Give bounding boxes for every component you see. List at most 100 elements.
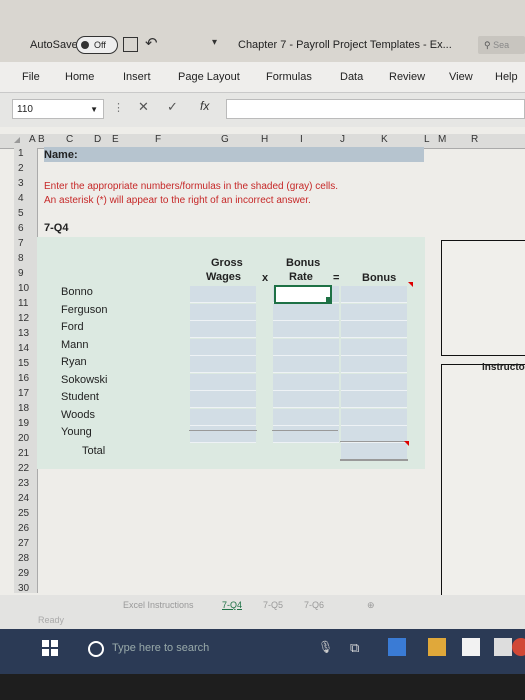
row-header[interactable]: 4	[18, 193, 24, 204]
row-header[interactable]: 19	[18, 418, 29, 429]
column-header-k[interactable]: K	[381, 134, 388, 145]
gross-wages-cell[interactable]	[190, 303, 256, 321]
row-header[interactable]: 12	[18, 313, 29, 324]
bonus-rate-cell[interactable]	[273, 391, 339, 408]
bonus-rate-cell[interactable]	[273, 373, 339, 391]
bonus-cell[interactable]	[341, 286, 407, 303]
column-header-m[interactable]: M	[438, 134, 446, 145]
name-input-cell[interactable]	[44, 147, 424, 162]
row-header[interactable]: 30	[18, 583, 29, 594]
task-view-icon[interactable]: ⧉	[350, 640, 359, 656]
autosave-toggle[interactable]: Off	[76, 36, 118, 54]
gross-wages-cell[interactable]	[190, 321, 256, 338]
tab-view[interactable]: View	[449, 71, 473, 83]
tab-home[interactable]: Home	[65, 71, 94, 83]
bonus-cell[interactable]	[341, 373, 407, 391]
column-header-i[interactable]: I	[300, 134, 303, 145]
gross-wages-cell[interactable]	[190, 286, 256, 303]
column-header-h[interactable]: H	[261, 134, 268, 145]
gross-wages-cell[interactable]	[190, 391, 256, 408]
row-header[interactable]: 8	[18, 253, 24, 264]
bonus-rate-cell[interactable]	[273, 321, 339, 338]
row-header[interactable]: 28	[18, 553, 29, 564]
tab-page-layout[interactable]: Page Layout	[178, 71, 240, 83]
customize-quick-access-icon[interactable]: ▾	[212, 37, 217, 48]
column-header-d[interactable]: D	[94, 134, 101, 145]
row-header[interactable]: 21	[18, 448, 29, 459]
sheet-tab-excel-instructions[interactable]: Excel Instructions	[123, 600, 194, 610]
formula-input[interactable]	[226, 99, 525, 119]
title-search-box[interactable]: ⚲ Sea	[478, 36, 525, 54]
row-header[interactable]: 2	[18, 163, 24, 174]
app-icon[interactable]	[512, 638, 525, 656]
column-header-a[interactable]: A	[29, 134, 36, 145]
bonus-rate-cell[interactable]	[273, 356, 339, 373]
row-header[interactable]: 11	[18, 298, 28, 309]
file-explorer-icon[interactable]	[428, 638, 446, 656]
bonus-cell[interactable]	[341, 356, 407, 373]
row-header[interactable]: 17	[18, 388, 29, 399]
row-header[interactable]: 6	[18, 223, 24, 234]
store-icon[interactable]	[462, 638, 480, 656]
row-header[interactable]: 26	[18, 523, 29, 534]
row-header[interactable]: 20	[18, 433, 29, 444]
row-header[interactable]: 27	[18, 538, 29, 549]
column-header-r[interactable]: R	[471, 134, 478, 145]
bonus-cell[interactable]	[341, 338, 407, 356]
bonus-cell[interactable]	[341, 408, 407, 426]
tab-help[interactable]: Help	[495, 71, 518, 83]
row-header[interactable]: 13	[18, 328, 29, 339]
column-header-c[interactable]: C	[66, 134, 73, 145]
column-header-f[interactable]: F	[155, 134, 161, 145]
gross-wages-cell[interactable]	[190, 426, 256, 443]
row-header[interactable]: 3	[18, 178, 24, 189]
mail-icon[interactable]	[494, 638, 512, 656]
row-header[interactable]: 14	[18, 343, 29, 354]
row-header[interactable]: 24	[18, 493, 29, 504]
more-options-icon[interactable]: ⋮	[113, 101, 124, 114]
row-header[interactable]: 1	[18, 148, 24, 159]
edge-browser-icon[interactable]	[388, 638, 406, 656]
row-header[interactable]: 5	[18, 208, 24, 219]
cancel-icon[interactable]: ✕	[138, 99, 149, 115]
add-sheet-icon[interactable]: ⊕	[367, 600, 375, 611]
name-box[interactable]: 110 ▼	[12, 99, 104, 119]
row-header[interactable]: 7	[18, 238, 24, 249]
bonus-rate-cell[interactable]	[273, 408, 339, 426]
insert-function-icon[interactable]: fx	[200, 99, 209, 113]
select-all-icon[interactable]	[14, 137, 20, 143]
name-box-dropdown-icon[interactable]: ▼	[90, 100, 98, 120]
gross-wages-cell[interactable]	[190, 356, 256, 373]
column-header-l[interactable]: L	[424, 134, 430, 145]
column-header-g[interactable]: G	[221, 134, 229, 145]
bonus-cell[interactable]	[341, 391, 407, 408]
column-header-j[interactable]: J	[340, 134, 345, 145]
save-icon[interactable]	[123, 37, 138, 52]
row-header[interactable]: 29	[18, 568, 29, 579]
sheet-tab-7-q4[interactable]: 7-Q4	[222, 600, 242, 610]
sheet-tab-7-q6[interactable]: 7-Q6	[304, 600, 324, 610]
bonus-rate-cell[interactable]	[273, 426, 339, 443]
row-header[interactable]: 10	[18, 283, 29, 294]
column-header-b[interactable]: B	[38, 134, 45, 145]
row-header[interactable]: 15	[18, 358, 29, 369]
row-header[interactable]: 18	[18, 403, 29, 414]
taskbar-search-placeholder[interactable]: Type here to search	[112, 642, 209, 654]
sheet-tab-7-q5[interactable]: 7-Q5	[263, 600, 283, 610]
cortana-icon[interactable]	[88, 641, 104, 657]
gross-wages-cell[interactable]	[190, 338, 256, 356]
bonus-rate-cell[interactable]	[273, 338, 339, 356]
bonus-cell[interactable]	[341, 303, 407, 321]
tab-file[interactable]: File	[22, 71, 40, 83]
fill-handle[interactable]	[326, 297, 331, 302]
tab-formulas[interactable]: Formulas	[266, 71, 312, 83]
undo-icon[interactable]: ↶	[145, 34, 158, 52]
enter-icon[interactable]: ✓	[167, 99, 178, 115]
row-header[interactable]: 23	[18, 478, 29, 489]
gross-wages-cell[interactable]	[190, 408, 256, 426]
gross-wages-cell[interactable]	[190, 373, 256, 391]
row-header[interactable]: 9	[18, 268, 24, 279]
row-header[interactable]: 25	[18, 508, 29, 519]
tab-insert[interactable]: Insert	[123, 71, 151, 83]
windows-start-icon[interactable]	[42, 640, 58, 656]
